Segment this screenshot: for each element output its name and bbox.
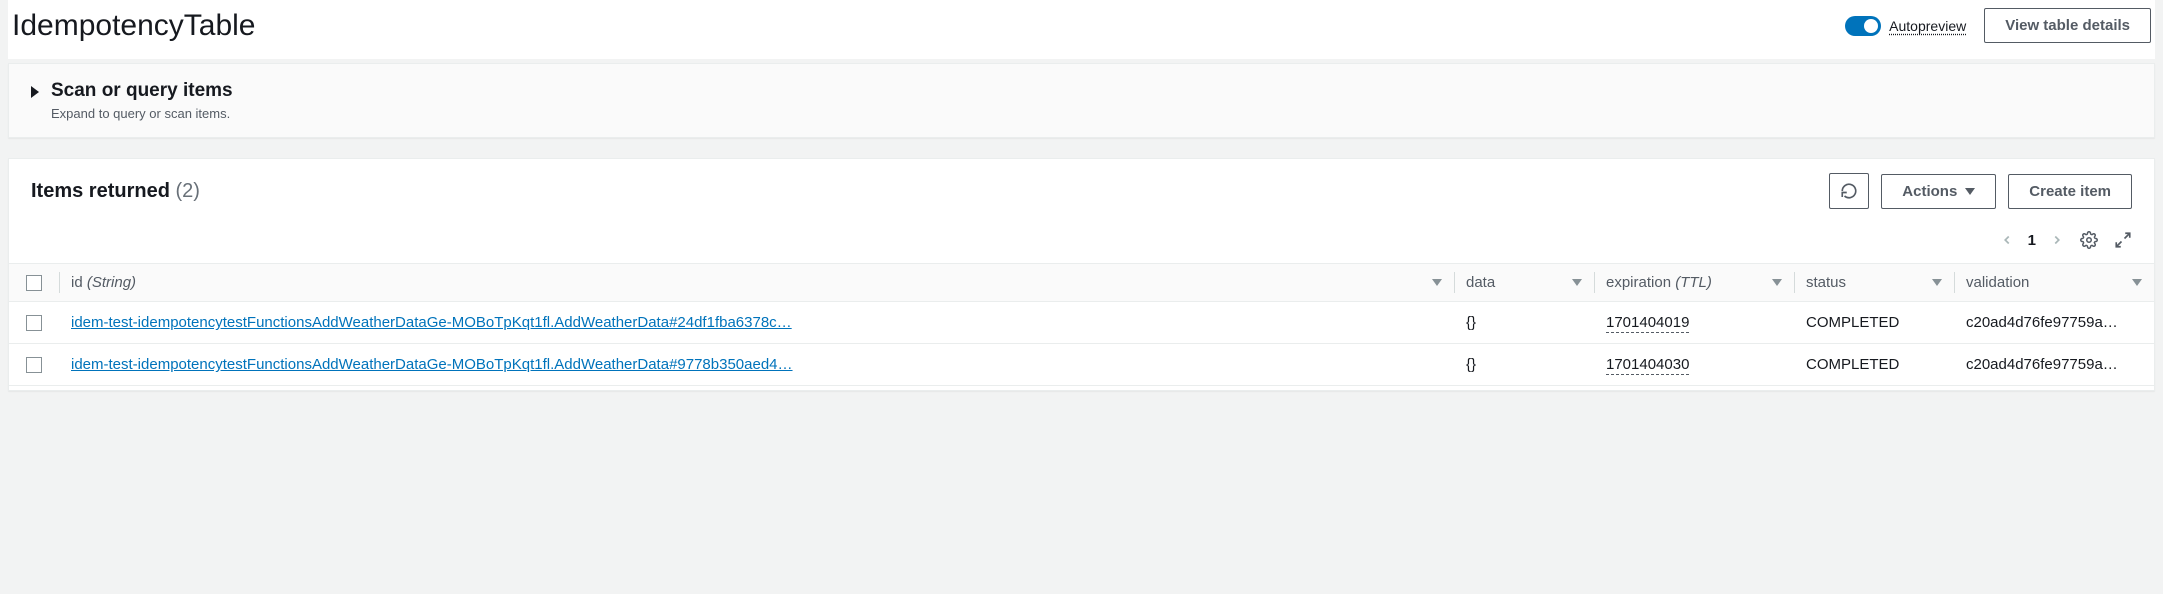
items-returned-title: Items returned (2): [31, 180, 1829, 203]
cell-validation: c20ad4d76fe97759a…: [1954, 302, 2154, 344]
chevron-right-icon: [2050, 233, 2064, 247]
filter-icon[interactable]: [1772, 279, 1782, 286]
fullscreen-button[interactable]: [2114, 231, 2132, 249]
toggle-switch-icon[interactable]: [1845, 16, 1881, 36]
column-header-expiration[interactable]: expiration (TTL): [1594, 264, 1794, 302]
cell-status: COMPLETED: [1794, 344, 1954, 386]
scan-query-expander[interactable]: Scan or query items Expand to query or s…: [9, 64, 2154, 137]
pagination: 1: [2000, 232, 2064, 249]
cell-status: COMPLETED: [1794, 302, 1954, 344]
items-table: id (String) data expiration (TTL): [9, 263, 2154, 386]
scan-query-subtitle: Expand to query or scan items.: [51, 106, 233, 121]
autopreview-label: Autopreview: [1889, 18, 1966, 34]
item-id-link[interactable]: idem-test-idempotencytestFunctionsAddWea…: [71, 356, 793, 373]
cell-data: {}: [1454, 302, 1594, 344]
column-header-id[interactable]: id (String): [59, 264, 1454, 302]
items-count: (2): [176, 180, 200, 202]
column-header-data[interactable]: data: [1454, 264, 1594, 302]
filter-icon[interactable]: [1572, 279, 1582, 286]
page-title: IdempotencyTable: [12, 9, 1845, 43]
page-number: 1: [2028, 232, 2036, 249]
filter-icon[interactable]: [1932, 279, 1942, 286]
row-checkbox[interactable]: [26, 357, 42, 373]
autopreview-toggle[interactable]: Autopreview: [1845, 16, 1966, 36]
row-checkbox[interactable]: [26, 315, 42, 331]
cell-expiration: 1701404019: [1606, 314, 1689, 333]
item-id-link[interactable]: idem-test-idempotencytestFunctionsAddWea…: [71, 314, 792, 331]
create-item-button[interactable]: Create item: [2008, 174, 2132, 209]
cell-data: {}: [1454, 344, 1594, 386]
refresh-icon: [1840, 182, 1858, 200]
gear-icon: [2080, 231, 2098, 249]
view-table-details-button[interactable]: View table details: [1984, 8, 2151, 43]
column-header-status[interactable]: status: [1794, 264, 1954, 302]
cell-expiration: 1701404030: [1606, 356, 1689, 375]
table-row: idem-test-idempotencytestFunctionsAddWea…: [9, 302, 2154, 344]
chevron-left-icon: [2000, 233, 2014, 247]
next-page-button[interactable]: [2050, 233, 2064, 247]
prev-page-button[interactable]: [2000, 233, 2014, 247]
caret-down-icon: [1965, 188, 1975, 195]
table-row: idem-test-idempotencytestFunctionsAddWea…: [9, 344, 2154, 386]
select-all-checkbox[interactable]: [26, 275, 42, 291]
refresh-button[interactable]: [1829, 173, 1869, 209]
filter-icon[interactable]: [2132, 279, 2142, 286]
caret-right-icon: [31, 86, 39, 98]
actions-dropdown-button[interactable]: Actions: [1881, 174, 1996, 209]
settings-button[interactable]: [2080, 231, 2098, 249]
scan-query-title: Scan or query items: [51, 80, 233, 102]
cell-validation: c20ad4d76fe97759a…: [1954, 344, 2154, 386]
expand-icon: [2114, 231, 2132, 249]
column-header-validation[interactable]: validation: [1954, 264, 2154, 302]
filter-icon[interactable]: [1432, 279, 1442, 286]
